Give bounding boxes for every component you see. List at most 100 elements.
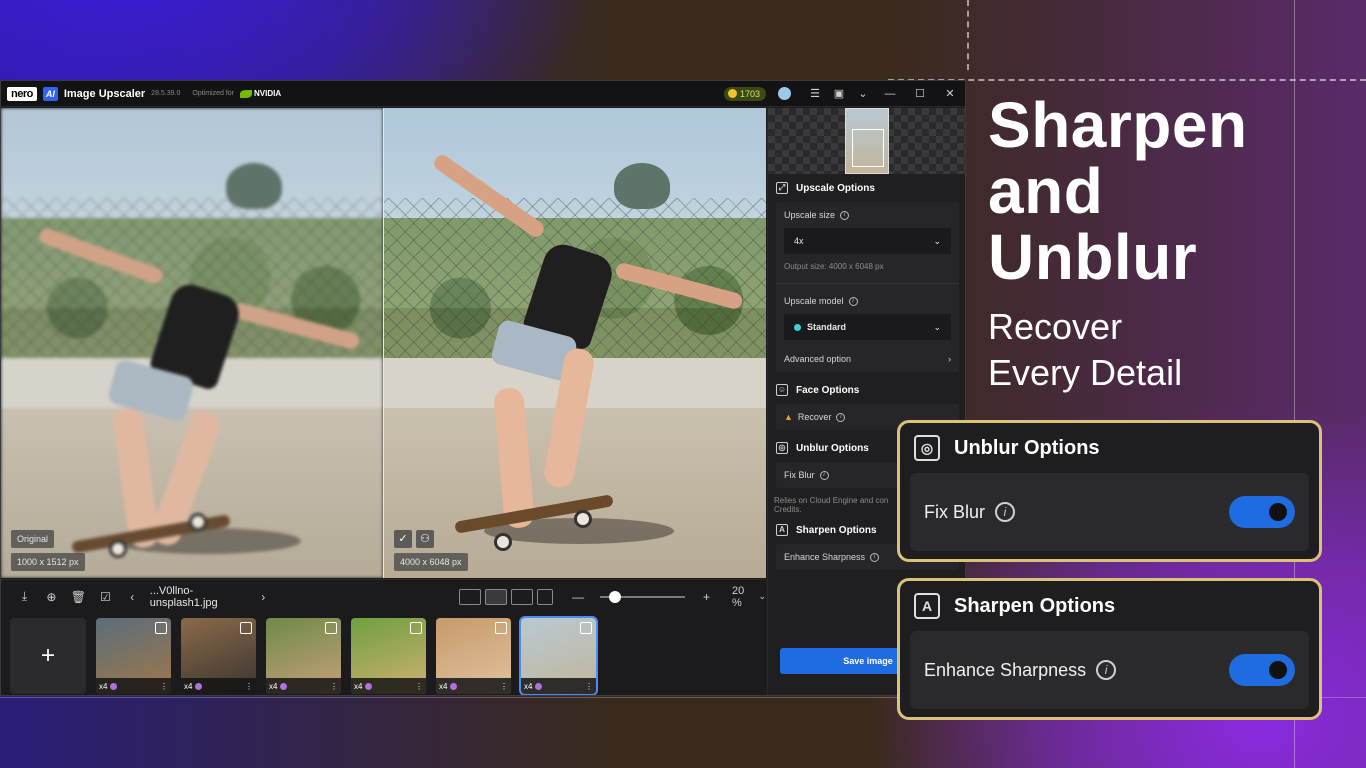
chevron-right-icon: ›	[948, 354, 951, 364]
nvidia-logo: NVIDIA	[240, 89, 281, 98]
compare-divider[interactable]	[383, 108, 384, 578]
thumbnail-checkbox[interactable]	[410, 622, 422, 634]
output-size: Output size: 4000 x 6048 px	[784, 262, 884, 271]
thumbnail[interactable]: x4 ⋮	[519, 616, 598, 695]
chevron-down-icon: ⌄	[933, 321, 941, 332]
chevron-right-icon[interactable]: ›	[250, 590, 277, 604]
zoom-slider[interactable]	[599, 590, 685, 603]
thumbnail-bar: x4 ⋮	[181, 678, 256, 694]
decor-dashed-vertical	[967, 0, 969, 70]
thumbnail-bar: x4 ⋮	[351, 678, 426, 694]
check-icon[interactable]: ✓	[394, 530, 412, 548]
avatar[interactable]	[778, 87, 791, 100]
headline-line-1: Sharpen	[988, 89, 1248, 161]
thumbnail[interactable]: x4 ⋮	[96, 618, 171, 694]
minimize-icon[interactable]: —	[875, 88, 905, 100]
select-value: 4x	[794, 236, 804, 246]
model-dot-icon	[195, 682, 203, 690]
info-icon[interactable]: i	[840, 210, 850, 220]
upscale-model-select[interactable]: Standard ⌄	[784, 314, 951, 340]
more-icon[interactable]: ⋮	[330, 682, 338, 691]
zoom-value[interactable]: 20 %	[732, 585, 755, 609]
thumbnail-scale: x4	[354, 681, 363, 691]
view-compare-icon[interactable]	[536, 588, 553, 605]
thumbnail-checkbox[interactable]	[495, 622, 507, 634]
nvidia-eye-icon	[240, 89, 252, 98]
bottom-toolbar: ⤓ ⊕ 🗑 ☑ ‹ ...V0llno-unsplash1.jpg › — + …	[1, 579, 766, 613]
download-icon[interactable]: ⤓	[11, 589, 38, 604]
thumbnail-bar: x4 ⋮	[266, 678, 341, 694]
upscale-size-select[interactable]: 4x ⌄	[784, 228, 951, 254]
info-icon[interactable]: i	[836, 412, 846, 422]
info-icon[interactable]: i	[819, 470, 829, 480]
more-icon[interactable]: ⋮	[160, 682, 168, 691]
zoom-dropdown-icon[interactable]: ⌄	[758, 591, 766, 602]
ai-logo: AI	[42, 86, 58, 101]
info-icon[interactable]: i	[995, 502, 1016, 522]
upscale-options-header[interactable]: ⤢ Upscale Options	[768, 174, 965, 202]
trash-icon[interactable]: 🗑	[65, 590, 92, 604]
view-split-icon[interactable]	[458, 588, 481, 605]
maximize-icon[interactable]: ☐	[905, 87, 935, 100]
original-size: 1000 x 1512 px	[11, 553, 85, 571]
thumbnail-checkbox[interactable]	[240, 622, 252, 634]
view-side-by-side-icon[interactable]	[484, 588, 507, 605]
enhance-sharpness-toggle[interactable]	[1229, 654, 1295, 686]
thumbnail[interactable]: x4 ⋮	[181, 618, 256, 694]
helmet	[226, 163, 282, 209]
add-image-button[interactable]: +	[10, 618, 86, 694]
info-icon[interactable]: i	[870, 552, 880, 562]
check-square-icon[interactable]: ☑	[92, 590, 119, 604]
chevron-down-icon[interactable]: ⌄	[851, 87, 875, 100]
info-icon[interactable]: i	[848, 296, 858, 306]
credits-badge[interactable]: 1703	[723, 86, 766, 101]
thumbnail-checkbox[interactable]	[580, 622, 592, 634]
zoom-out-icon[interactable]: —	[565, 590, 592, 604]
model-dot-icon	[280, 682, 288, 690]
more-icon[interactable]: ⋮	[500, 682, 508, 691]
face-options-header[interactable]: ☺ Face Options	[768, 376, 965, 404]
add-icon[interactable]: ⊕	[38, 590, 65, 604]
chevron-down-icon: ⌄	[933, 235, 941, 246]
thumbnail-strip: + x4 ⋮ x4 ⋮ x4 ⋮ x4 ⋮ x4 ⋮ x4 ⋮	[1, 614, 766, 695]
thumbnail[interactable]: x4 ⋮	[266, 618, 341, 694]
label-text: Fix Blur	[784, 470, 815, 480]
more-icon[interactable]: ⋮	[245, 682, 253, 691]
original-image	[1, 108, 383, 578]
thumbnail-checkbox[interactable]	[155, 622, 167, 634]
zoom-knob[interactable]	[609, 590, 622, 603]
subheadline: Recover Every Detail	[988, 304, 1182, 396]
original-label: Original	[11, 530, 55, 548]
advanced-option[interactable]: Advanced option ›	[784, 354, 951, 364]
more-icon[interactable]: ⋮	[585, 682, 593, 691]
zoom-in-icon[interactable]: +	[693, 590, 720, 604]
app-title: Image Upscaler	[63, 87, 146, 100]
info-icon[interactable]: i	[1096, 660, 1117, 680]
thumbnail-list: x4 ⋮ x4 ⋮ x4 ⋮ x4 ⋮ x4 ⋮ x4 ⋮	[96, 616, 598, 695]
unblur-callout: ◎ Unblur Options Fix Blur i	[897, 420, 1322, 562]
sliders-icon[interactable]: ☰	[803, 87, 827, 100]
callout-title: Unblur Options	[954, 436, 1100, 459]
close-icon[interactable]: ✕	[935, 87, 965, 100]
navigator-preview[interactable]	[768, 108, 965, 174]
thumbnail[interactable]: x4 ⋮	[436, 618, 511, 694]
section-title: Sharpen Options	[796, 524, 877, 536]
model-dot-icon	[110, 682, 118, 690]
compare-icon[interactable]: ⚇	[416, 530, 434, 548]
title-bar: nero AI Image Upscaler 28.5.39.0 Optimiz…	[1, 81, 965, 107]
more-icon[interactable]: ⋮	[415, 682, 423, 691]
chevron-left-icon[interactable]: ‹	[119, 590, 146, 604]
label-text: Advanced option	[784, 354, 852, 364]
nero-logo: nero	[7, 86, 37, 101]
view-single-icon[interactable]	[510, 588, 533, 605]
filename: ...V0llno-unsplash1.jpg	[149, 584, 218, 609]
thumbnail[interactable]: x4 ⋮	[351, 618, 426, 694]
subheadline-line-1: Recover	[988, 306, 1123, 347]
thumbnail-checkbox[interactable]	[325, 622, 337, 634]
callout-body: Enhance Sharpness i	[910, 631, 1309, 709]
sharpen-callout: A Sharpen Options Enhance Sharpness i	[897, 578, 1322, 720]
fix-blur-toggle[interactable]	[1229, 496, 1295, 528]
callout-title: Sharpen Options	[954, 594, 1116, 617]
preview-area[interactable]: Original 1000 x 1512 px ✓ ⚇ 4000 x 6048 …	[1, 108, 766, 578]
gift-icon[interactable]: ▣	[827, 87, 851, 100]
